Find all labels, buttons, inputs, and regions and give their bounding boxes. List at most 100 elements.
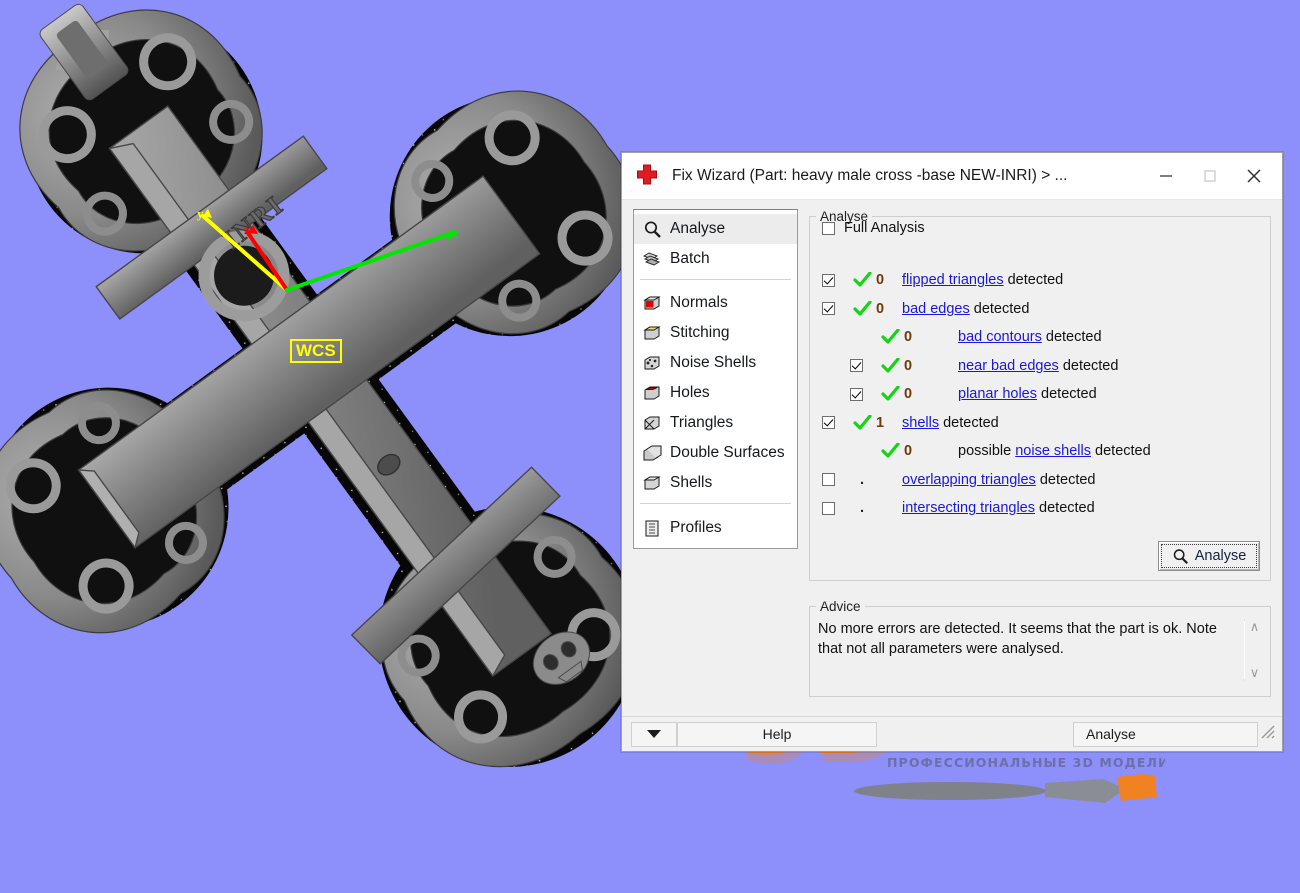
green-check-icon <box>876 357 904 374</box>
row-count: 0 <box>904 329 913 346</box>
analyse-button[interactable]: Analyse <box>1158 541 1260 571</box>
cube-double-icon <box>640 442 664 464</box>
resize-grip[interactable] <box>1258 722 1276 747</box>
row-checkbox[interactable] <box>822 273 835 287</box>
row-link[interactable]: bad contours <box>958 329 1042 345</box>
focus-ring <box>1161 544 1257 568</box>
cube-yellow-edge-icon <box>640 322 664 344</box>
analysis-rows: 0 flipped triangles detected 0 bad edges… <box>810 250 1270 523</box>
sidebar-item-label: Triangles <box>670 414 734 431</box>
axis-label-y: y <box>197 206 204 221</box>
cube-red-face-icon <box>640 292 664 314</box>
green-check-icon <box>876 329 904 345</box>
maximize-button <box>1188 154 1232 198</box>
sidebar-item-label: Stitching <box>670 324 730 341</box>
minimize-button[interactable] <box>1144 154 1188 198</box>
statusbar-mode-label: Analyse <box>1073 721 1258 747</box>
table-row[interactable]: 0 possible noise shells detected <box>810 437 1270 466</box>
magnifier-icon <box>640 218 664 240</box>
row-link[interactable]: flipped triangles <box>902 272 1004 288</box>
row-link[interactable]: near bad edges <box>958 358 1059 374</box>
sidebar-item-profiles[interactable]: Profiles <box>634 513 797 543</box>
sidebar-item-label: Shells <box>670 474 713 491</box>
row-link[interactable]: intersecting triangles <box>902 500 1035 516</box>
advice-group: Advice No more errors are detected. It s… <box>809 599 1271 697</box>
dialog-title: Fix Wizard (Part: heavy male cross -base… <box>672 167 1068 184</box>
row-link[interactable]: overlapping triangles <box>902 472 1036 488</box>
row-checkbox[interactable] <box>850 387 863 401</box>
dialog-titlebar[interactable]: Fix Wizard (Part: heavy male cross -base… <box>622 153 1282 200</box>
nav-group-2: Normals Stitching Noise Shells Holes Tri… <box>634 280 797 503</box>
row-checkbox[interactable] <box>822 473 835 487</box>
sidebar-item-label: Analyse <box>670 220 726 237</box>
row-suffix: detected <box>1039 471 1096 488</box>
sidebar-item-label: Normals <box>670 294 728 311</box>
sidebar-item-label: Double Surfaces <box>670 444 785 461</box>
axis-label-z: z <box>244 222 250 237</box>
sidebar-item-holes[interactable]: Holes <box>634 378 797 408</box>
cube-noise-icon <box>640 352 664 374</box>
advice-group-legend: Advice <box>820 599 861 614</box>
cube-hole-icon <box>640 382 664 404</box>
sidebar-item-label: Profiles <box>670 519 722 536</box>
scroll-up-icon[interactable]: ∧ <box>1250 620 1260 633</box>
triangle-down-icon <box>646 726 662 742</box>
sidebar-item-label: Noise Shells <box>670 354 757 371</box>
row-link[interactable]: bad edges <box>902 301 970 317</box>
wcs-label: WCS <box>290 339 342 363</box>
green-check-icon <box>876 386 904 402</box>
table-row[interactable]: 0 bad contours detected <box>810 323 1270 352</box>
green-check-icon <box>848 414 876 431</box>
table-row[interactable]: 0 bad edges detected <box>810 295 1270 324</box>
row-link[interactable]: noise shells <box>1015 443 1091 459</box>
sidebar-item-noise-shells[interactable]: Noise Shells <box>634 348 797 378</box>
sidebar-item-label: Batch <box>670 250 710 267</box>
table-row[interactable]: . intersecting triangles detected <box>810 494 1270 523</box>
sidebar-nav[interactable]: Analyse Batch Normals Stitching Noise Sh… <box>633 209 798 549</box>
cube-triangles-icon <box>640 412 664 434</box>
row-checkbox[interactable] <box>850 359 863 373</box>
statusbar-spacer <box>877 722 1073 747</box>
red-cross-icon <box>634 162 664 190</box>
sidebar-item-stitching[interactable]: Stitching <box>634 318 797 348</box>
row-dot: . <box>859 500 865 517</box>
scroll-down-icon[interactable]: ∨ <box>1250 666 1260 679</box>
dialog-statusbar: Help Analyse <box>622 716 1282 751</box>
dialog-content: Analyse Full Analysis 0 flipped triangle… <box>809 209 1271 718</box>
table-row[interactable]: . overlapping triangles detected <box>810 466 1270 495</box>
sidebar-item-analyse[interactable]: Analyse <box>634 214 797 244</box>
row-suffix: detected <box>1062 357 1119 374</box>
row-checkbox[interactable] <box>822 416 835 430</box>
nav-group-3: Profiles <box>634 504 797 548</box>
close-button[interactable] <box>1232 154 1276 198</box>
row-link[interactable]: shells <box>902 415 939 431</box>
advice-scrollbar[interactable]: ∧ ∨ <box>1244 619 1264 681</box>
row-checkbox[interactable] <box>822 302 835 316</box>
row-suffix: detected <box>1007 272 1064 289</box>
sidebar-item-shells[interactable]: Shells <box>634 468 797 498</box>
table-row[interactable]: 1 shells detected <box>810 409 1270 438</box>
row-dot: . <box>859 471 865 488</box>
row-count: 1 <box>876 414 885 431</box>
table-row[interactable]: 0 flipped triangles detected <box>810 266 1270 295</box>
row-suffix: detected <box>1041 386 1097 403</box>
row-checkbox[interactable] <box>822 501 835 515</box>
sidebar-item-double-surfaces[interactable]: Double Surfaces <box>634 438 797 468</box>
table-row[interactable]: 0 near bad edges detected <box>810 352 1270 381</box>
sidebar-item-triangles[interactable]: Triangles <box>634 408 797 438</box>
row-link[interactable]: planar holes <box>958 386 1037 402</box>
sidebar-item-normals[interactable]: Normals <box>634 288 797 318</box>
full-analysis-row[interactable]: Full Analysis <box>822 220 1270 236</box>
row-suffix: detected <box>973 300 1030 317</box>
help-button[interactable]: Help <box>677 721 877 747</box>
green-check-icon <box>848 300 876 317</box>
green-check-icon <box>876 443 904 459</box>
analyse-group: Analyse Full Analysis 0 flipped triangle… <box>809 209 1271 581</box>
fix-wizard-dialog[interactable]: Fix Wizard (Part: heavy male cross -base… <box>621 152 1283 752</box>
table-row[interactable]: 0 planar holes detected <box>810 380 1270 409</box>
statusbar-dropdown-button[interactable] <box>631 721 677 747</box>
sidebar-item-label: Holes <box>670 384 710 401</box>
advice-scroll-track <box>1244 621 1245 679</box>
full-analysis-checkbox[interactable] <box>822 221 835 235</box>
sidebar-item-batch[interactable]: Batch <box>634 244 797 274</box>
